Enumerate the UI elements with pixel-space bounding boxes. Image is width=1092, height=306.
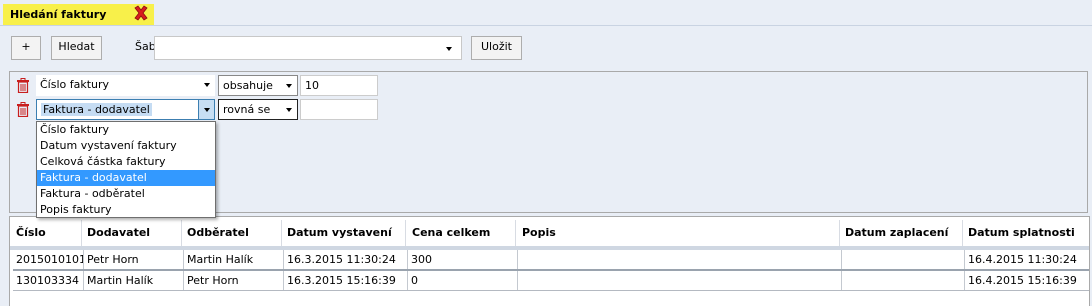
filter-operator-value: obsahuje xyxy=(223,79,273,92)
cell-popis xyxy=(518,271,842,290)
column-header-popis[interactable]: Popis xyxy=(522,226,556,239)
field-option[interactable]: Datum vystavení faktury xyxy=(37,138,215,154)
cell-dodavatel: Martin Halík xyxy=(84,271,184,290)
column-header-cena-celkem[interactable]: Cena celkem xyxy=(412,226,490,239)
chevron-down-icon xyxy=(286,84,292,88)
cell-odberatel: Petr Horn xyxy=(184,271,284,290)
cell-cislo: 130103334 xyxy=(13,271,84,290)
filter-field-value: Číslo faktury xyxy=(40,78,110,91)
column-header-datum-vystaveni[interactable]: Datum vystavení xyxy=(287,226,392,239)
cell-datum-vystaveni: 16.3.2015 11:30:24 xyxy=(284,250,408,269)
filter-value-input[interactable]: 10 xyxy=(300,75,378,96)
template-dropdown[interactable] xyxy=(154,36,462,60)
column-header-odberatel[interactable]: Odběratel xyxy=(187,226,249,239)
cell-popis xyxy=(518,250,842,269)
cell-odberatel: Martin Halík xyxy=(184,250,284,269)
column-header-datum-zaplaceni[interactable]: Datum zaplacení xyxy=(845,226,948,239)
chevron-down-icon xyxy=(204,83,210,87)
trash-icon[interactable] xyxy=(16,102,30,117)
filter-operator-dropdown[interactable]: obsahuje xyxy=(218,75,298,96)
field-option[interactable]: Popis faktury xyxy=(37,202,215,218)
filter-field-dropdown-open[interactable]: Faktura - dodavatel xyxy=(36,99,215,120)
column-header-cislo[interactable]: Číslo xyxy=(16,226,46,239)
save-button[interactable]: Uložit xyxy=(471,36,522,60)
dropdown-toggle[interactable] xyxy=(198,99,215,120)
column-header-datum-splatnosti[interactable]: Datum splatnosti xyxy=(968,226,1075,239)
cell-datum-vystaveni: 16.3.2015 15:16:39 xyxy=(284,271,408,290)
tab-title: Hledání faktury xyxy=(10,8,107,21)
cell-datum-zaplaceni xyxy=(842,271,965,290)
chevron-down-icon xyxy=(204,108,210,112)
field-option[interactable]: Faktura - odběratel xyxy=(37,186,215,202)
field-option[interactable]: Celková částka faktury xyxy=(37,154,215,170)
table-row[interactable]: 130103334 Martin Halík Petr Horn 16.3.20… xyxy=(13,269,1089,291)
cell-datum-splatnosti: 16.4.2015 11:30:24 xyxy=(968,253,1077,266)
field-options-list: Číslo faktury Datum vystavení faktury Ce… xyxy=(36,121,216,218)
cell-datum-zaplaceni xyxy=(842,250,965,269)
field-option[interactable]: Číslo faktury xyxy=(37,122,215,138)
trash-icon[interactable] xyxy=(16,78,30,93)
cell-dodavatel: Petr Horn xyxy=(84,250,184,269)
filter-field-value: Faktura - dodavatel xyxy=(41,103,152,116)
column-header-dodavatel[interactable]: Dodavatel xyxy=(87,226,150,239)
filter-field-dropdown[interactable]: Číslo faktury xyxy=(36,75,215,96)
filter-operator-value: rovná se xyxy=(223,103,271,116)
tab-divider xyxy=(0,25,1092,26)
filter-value-input[interactable] xyxy=(300,99,378,120)
filter-operator-dropdown[interactable]: rovná se xyxy=(218,99,298,120)
search-button[interactable]: Hledat xyxy=(51,36,102,60)
close-icon[interactable] xyxy=(133,5,149,21)
cell-cena-celkem: 300 xyxy=(408,250,518,269)
chevron-down-icon xyxy=(286,108,292,112)
add-filter-button[interactable]: + xyxy=(11,36,41,60)
cell-cislo: 2015010101 xyxy=(13,250,84,269)
chevron-down-icon xyxy=(446,47,452,51)
cell-datum-splatnosti: 16.4.2015 15:16:39 xyxy=(968,274,1077,287)
field-option[interactable]: Faktura - dodavatel xyxy=(37,170,215,186)
results-grid: Číslo Dodavatel Odběratel Datum vystaven… xyxy=(9,216,1090,306)
table-row[interactable]: 2015010101 Petr Horn Martin Halík 16.3.2… xyxy=(13,250,1089,270)
cell-cena-celkem: 0 xyxy=(408,271,518,290)
